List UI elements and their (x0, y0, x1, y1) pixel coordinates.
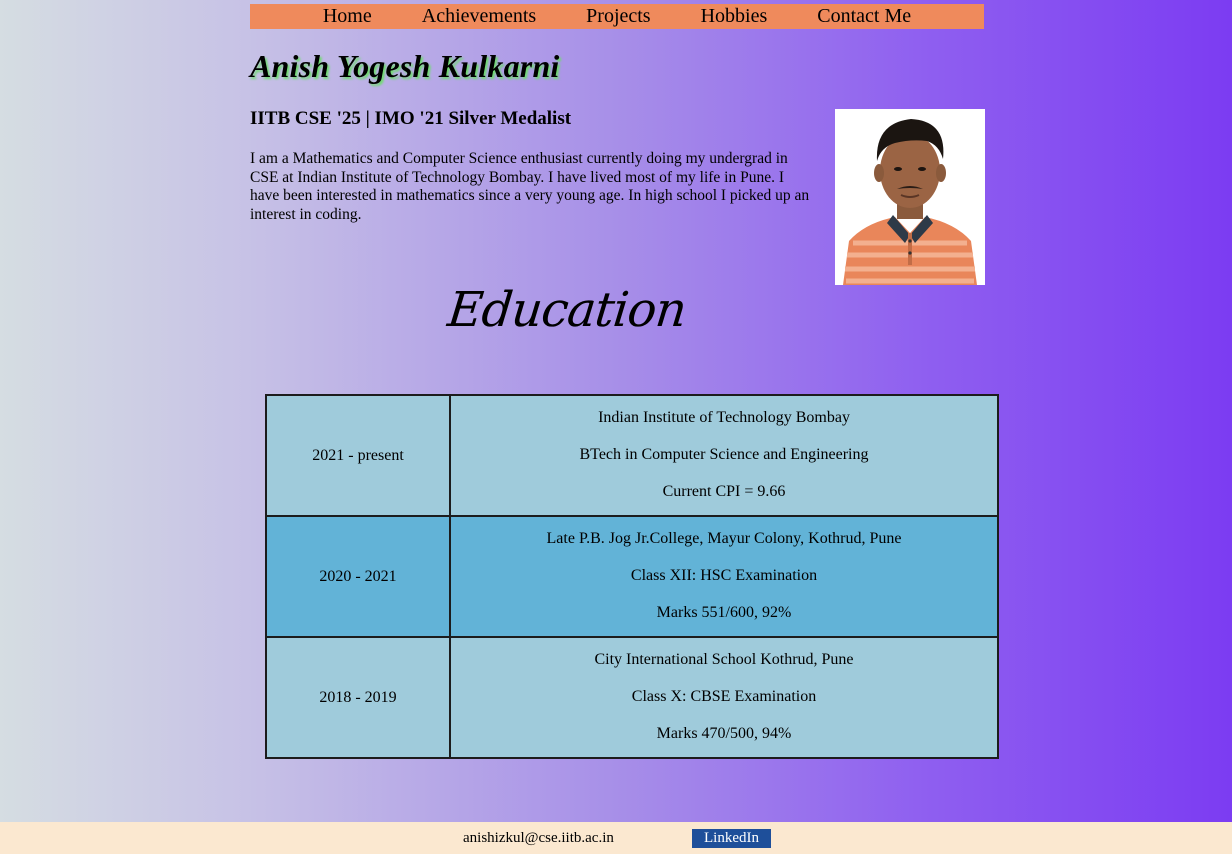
institution-name: Indian Institute of Technology Bombay (598, 409, 850, 427)
linkedin-button[interactable]: LinkedIn (692, 829, 771, 848)
institution-name: City International School Kothrud, Pune (594, 651, 854, 669)
table-row: 2021 - present Indian Institute of Techn… (265, 394, 999, 517)
education-table: 2021 - present Indian Institute of Techn… (265, 394, 999, 759)
table-row: 2020 - 2021 Late P.B. Jog Jr.College, Ma… (265, 515, 999, 638)
education-details-cell: Indian Institute of Technology Bombay BT… (449, 394, 999, 517)
profile-subtitle: IITB CSE '25 | IMO '21 Silver Medalist (250, 108, 572, 129)
nav-link-projects[interactable]: Projects (586, 4, 650, 29)
footer-bar: anishizkul@cse.iitb.ac.in LinkedIn (0, 822, 1232, 854)
profile-bio: I am a Mathematics and Computer Science … (250, 150, 810, 223)
nav-link-contact-me[interactable]: Contact Me (817, 4, 911, 29)
institution-name: Late P.B. Jog Jr.College, Mayur Colony, … (546, 530, 902, 548)
nav-link-achievements[interactable]: Achievements (422, 4, 536, 29)
page-title-name: Anish Yogesh Kulkarni (250, 48, 560, 84)
score-text: Marks 551/600, 92% (656, 603, 792, 621)
education-year-cell: 2018 - 2019 (265, 636, 451, 759)
top-nav-bar: Home Achievements Projects Hobbies Conta… (250, 4, 984, 29)
education-year-cell: 2021 - present (265, 394, 451, 517)
table-row: 2018 - 2019 City International School Ko… (265, 636, 999, 759)
program-name: BTech in Computer Science and Engineerin… (579, 446, 869, 464)
program-name: Class XII: HSC Examination (630, 567, 818, 585)
nav-link-hobbies[interactable]: Hobbies (701, 4, 768, 29)
education-details-cell: Late P.B. Jog Jr.College, Mayur Colony, … (449, 515, 999, 638)
profile-photo (835, 109, 985, 285)
score-text: Marks 470/500, 94% (656, 724, 792, 742)
education-year-cell: 2020 - 2021 (265, 515, 451, 638)
education-heading: Education (445, 282, 689, 338)
nav-link-home[interactable]: Home (323, 4, 372, 29)
program-name: Class X: CBSE Examination (631, 688, 817, 706)
education-details-cell: City International School Kothrud, Pune … (449, 636, 999, 759)
score-text: Current CPI = 9.66 (662, 482, 786, 500)
contact-email[interactable]: anishizkul@cse.iitb.ac.in (463, 830, 614, 847)
